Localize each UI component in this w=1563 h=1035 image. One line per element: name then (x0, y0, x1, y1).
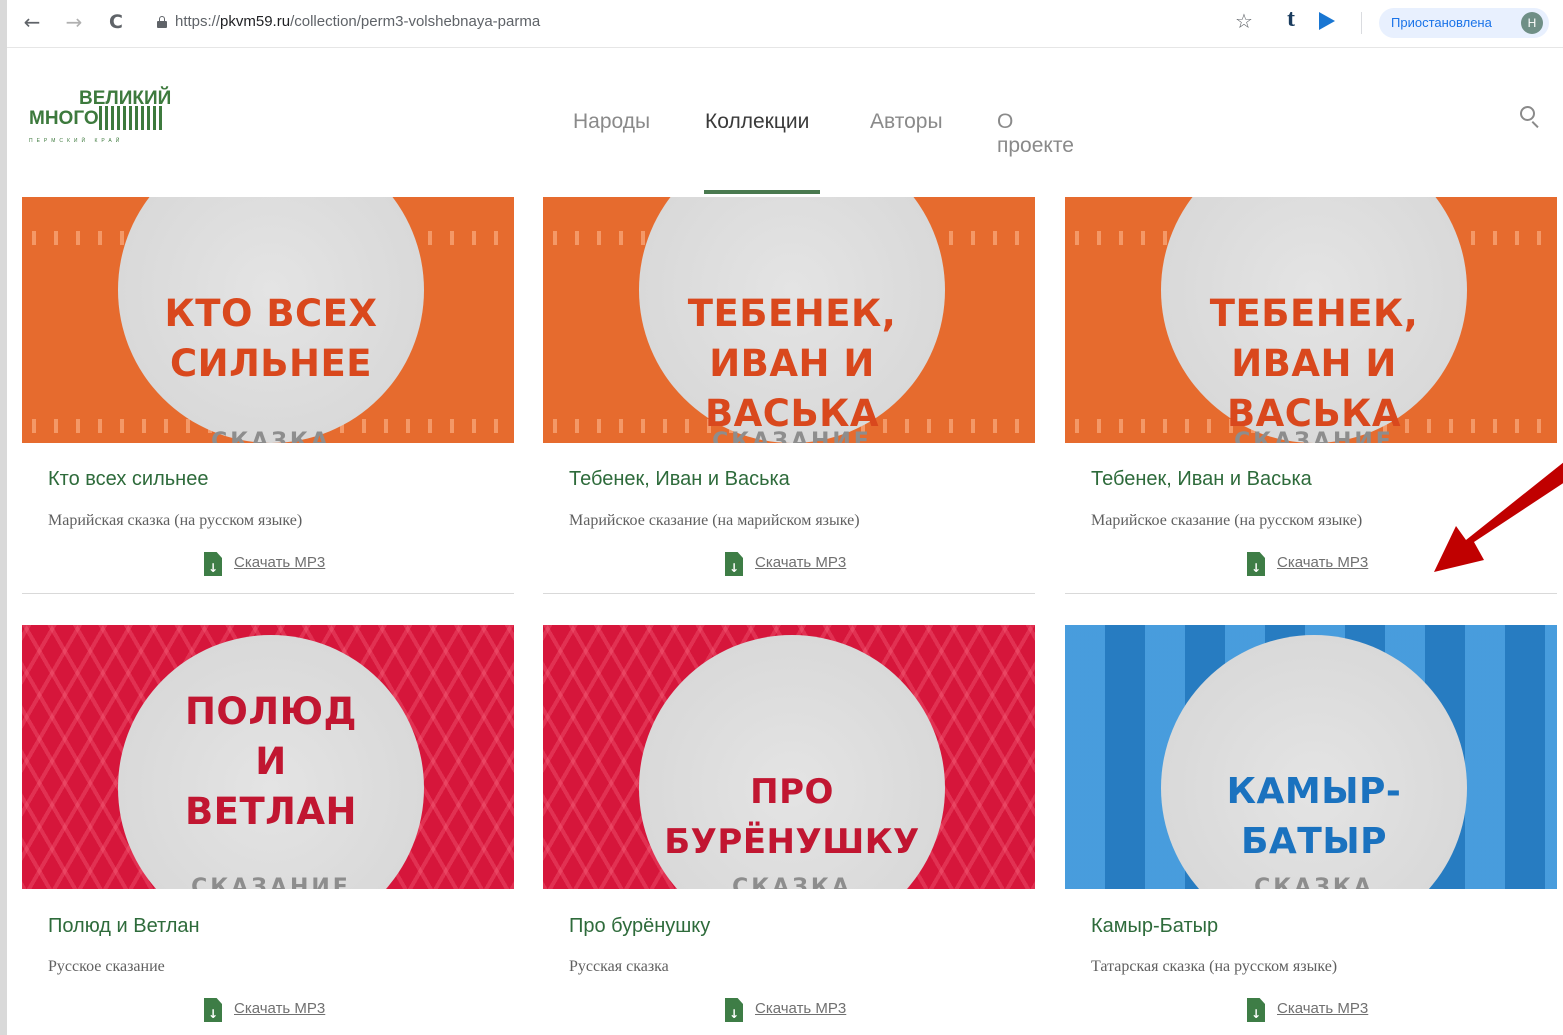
card-title[interactable]: Кто всех сильнее (48, 468, 208, 491)
card-title[interactable]: Тебенек, Иван и Васька (569, 468, 790, 491)
card-title[interactable]: Тебенек, Иван и Васька (1091, 468, 1312, 491)
url-host: pkvm59.ru (220, 13, 291, 30)
search-icon[interactable] (1520, 106, 1542, 129)
download-file-icon: ↓ (1247, 998, 1265, 1022)
forward-icon[interactable]: → (63, 11, 85, 33)
nav-item-collections[interactable]: Коллекции (705, 110, 809, 134)
logo-word-left: МНОГО (29, 108, 99, 129)
cover-genre: СКАЗКА (732, 875, 852, 889)
site-logo[interactable]: ВЕЛИКИЙ МНОГО ПЕРМСКИЙ КРАЙ (29, 88, 179, 158)
nav-item-about[interactable]: О проекте (997, 110, 1074, 158)
card-subtitle: Марийская сказка (на русском языке) (48, 512, 303, 529)
browser-toolbar: ← → C https://pkvm59.ru/collection/perm3… (7, 0, 1563, 48)
profile-status-text: Приостановлена (1391, 15, 1492, 30)
nav-item-authors[interactable]: Авторы (870, 110, 943, 134)
cover-title: ПОЛЮД И ВЕТЛАН (184, 690, 358, 833)
card-title[interactable]: Про бурёнушку (569, 915, 710, 938)
card-cover[interactable]: ПОЛЮД И ВЕТЛАН СКАЗАНИЕ (22, 625, 514, 889)
browser-window: ← → C https://pkvm59.ru/collection/perm3… (7, 0, 1563, 1035)
card-divider (543, 593, 1035, 594)
download-link[interactable]: Скачать MP3 (755, 554, 846, 571)
card-subtitle: Русское сказание (48, 958, 165, 975)
download-link[interactable]: Скачать MP3 (1277, 1000, 1368, 1017)
avatar: Н (1521, 12, 1543, 34)
back-icon[interactable]: ← (21, 11, 43, 33)
card-subtitle: Марийское сказание (на русском языке) (1091, 512, 1363, 529)
download-file-icon: ↓ (725, 552, 743, 576)
cover-title: ПРО БУРЁНУШКУ (664, 772, 920, 862)
download-file-icon: ↓ (725, 998, 743, 1022)
collection-card[interactable]: ПРО БУРЁНУШКУ СКАЗКА Про бурёнушку Русск… (543, 625, 1035, 1035)
download-link[interactable]: Скачать MP3 (234, 554, 325, 571)
collection-card[interactable]: КАМЫР-БАТЫР СКАЗКА Камыр-Батыр Татарская… (1065, 625, 1557, 1035)
collection-card[interactable]: ТЕБЕНЕК, ИВАН И ВАСЬКА СКАЗАНИЕ Тебенек, … (543, 197, 1035, 597)
url-scheme: https:// (175, 13, 221, 30)
bookmark-star-icon[interactable]: ☆ (1235, 9, 1253, 33)
download-file-icon: ↓ (204, 998, 222, 1022)
download-link[interactable]: Скачать MP3 (234, 1000, 325, 1017)
play-extension-icon[interactable] (1319, 12, 1335, 30)
nav-item-narody[interactable]: Народы (573, 110, 650, 134)
card-subtitle: Марийское сказание (на марийском языке) (569, 512, 860, 529)
cover-title: ТЕБЕНЕК, ИВАН И ВАСЬКА (1209, 292, 1419, 435)
cover-title: ТЕБЕНЕК, ИВАН И ВАСЬКА (687, 292, 897, 435)
url-path: /collection/perm3-volshebnaya-parma (290, 13, 541, 30)
toolbar-separator (1361, 12, 1362, 34)
annotation-arrow-icon (1434, 462, 1563, 572)
card-subtitle: Русская сказка (569, 958, 669, 975)
collection-card[interactable]: КТО ВСЕХ СИЛЬНЕЕ СКАЗКА Кто всех сильнее … (22, 197, 514, 597)
active-nav-indicator (704, 190, 820, 194)
card-subtitle: Татарская сказка (на русском языке) (1091, 958, 1338, 975)
cover-genre: СКАЗКА (211, 429, 331, 443)
download-link[interactable]: Скачать MP3 (755, 1000, 846, 1017)
reload-icon[interactable]: C (105, 11, 127, 33)
site-header: ВЕЛИКИЙ МНОГО ПЕРМСКИЙ КРАЙ Народы Колле… (7, 48, 1563, 194)
cover-genre: СКАЗАНИЕ (1234, 429, 1394, 443)
logo-subtitle: ПЕРМСКИЙ КРАЙ (29, 138, 124, 144)
logo-bars (99, 106, 165, 130)
cover-genre: СКАЗКА (1254, 875, 1374, 889)
card-title[interactable]: Камыр-Батыр (1091, 915, 1218, 938)
card-cover[interactable]: ТЕБЕНЕК, ИВАН И ВАСЬКА СКАЗАНИЕ (543, 197, 1035, 443)
collection-card[interactable]: ПОЛЮД И ВЕТЛАН СКАЗАНИЕ Полюд и Ветлан Рус… (22, 625, 514, 1035)
download-file-icon: ↓ (1247, 552, 1265, 576)
card-cover[interactable]: КАМЫР-БАТЫР СКАЗКА (1065, 625, 1557, 889)
tumblr-extension-icon[interactable]: t (1287, 6, 1295, 33)
lock-icon (157, 16, 167, 28)
download-link[interactable]: Скачать MP3 (1277, 554, 1368, 571)
card-title[interactable]: Полюд и Ветлан (48, 915, 200, 938)
card-cover[interactable]: ТЕБЕНЕК, ИВАН И ВАСЬКА СКАЗАНИЕ (1065, 197, 1557, 443)
card-divider (1065, 593, 1557, 594)
download-file-icon: ↓ (204, 552, 222, 576)
cover-genre: СКАЗАНИЕ (712, 429, 872, 443)
cover-title: КТО ВСЕХ СИЛЬНЕЕ (164, 292, 378, 385)
cover-title: КАМЫР-БАТЫР (1226, 771, 1402, 862)
profile-sync-button[interactable]: Приостановлена Н (1379, 8, 1549, 38)
card-cover[interactable]: КТО ВСЕХ СИЛЬНЕЕ СКАЗКА (22, 197, 514, 443)
cover-genre: СКАЗАНИЕ (191, 875, 351, 889)
card-divider (22, 593, 514, 594)
card-cover[interactable]: ПРО БУРЁНУШКУ СКАЗКА (543, 625, 1035, 889)
address-bar[interactable]: https://pkvm59.ru/collection/perm3-volsh… (175, 13, 540, 30)
